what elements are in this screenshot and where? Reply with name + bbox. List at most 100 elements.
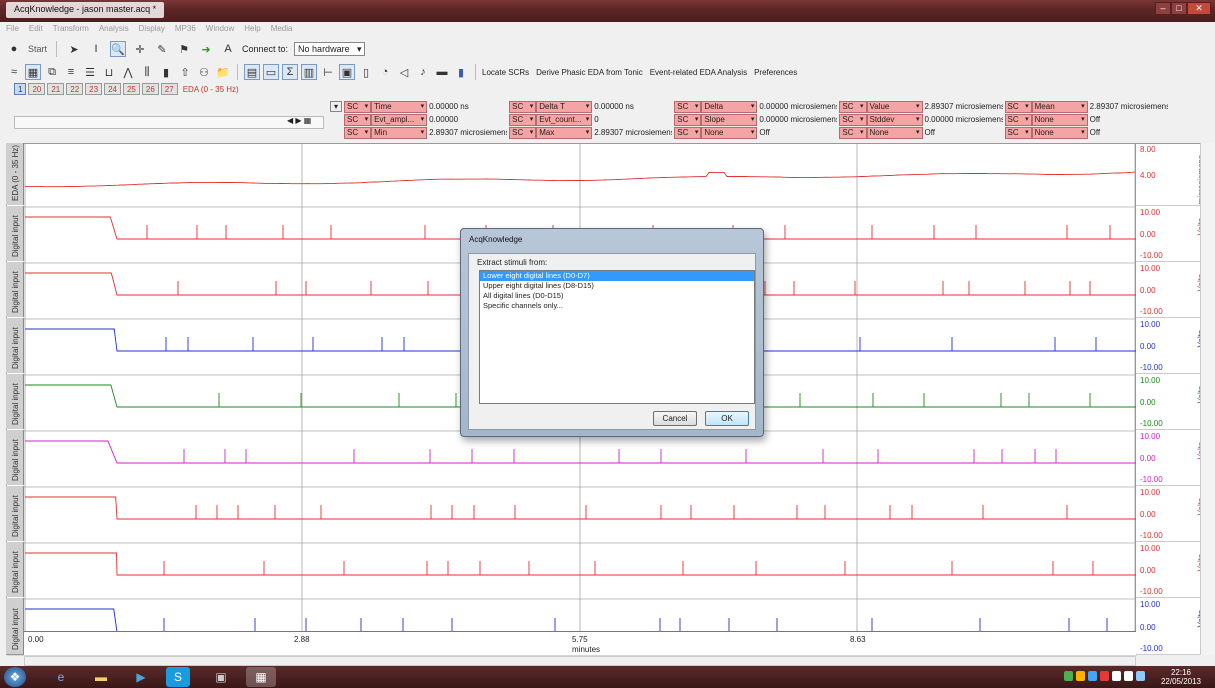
ie-icon[interactable]: e (46, 667, 76, 687)
channel-tab[interactable]: 26 (141, 83, 159, 95)
tray-icon[interactable] (1136, 671, 1145, 681)
list-item[interactable]: Upper eight digital lines (D8-D15) (480, 281, 754, 291)
measure-channel-select[interactable]: SC (674, 114, 702, 126)
measure-function-select[interactable]: Slope (701, 114, 758, 126)
measure-function-select[interactable]: Min (371, 127, 428, 139)
ok-button[interactable]: OK (705, 411, 749, 426)
doc-icon[interactable]: ▯ (358, 64, 374, 80)
cursor-icon[interactable]: ⊢ (320, 64, 336, 80)
channel-tab[interactable]: 1 (14, 83, 27, 95)
menu-item[interactable]: Edit (29, 22, 43, 36)
clock[interactable]: 22:16 22/05/2013 (1161, 668, 1201, 686)
start-button[interactable]: Start (28, 44, 47, 54)
app-icon[interactable]: ▣ (206, 667, 236, 687)
wave-icon[interactable]: ≈ (6, 64, 22, 80)
measure-channel-select[interactable]: SC (344, 101, 372, 113)
measure-channel-select[interactable]: SC (344, 114, 372, 126)
measure-function-select[interactable]: Evt_count... (536, 114, 593, 126)
mic-icon[interactable]: ♪ (415, 64, 431, 80)
channel-tab[interactable]: 25 (122, 83, 140, 95)
menu-item[interactable]: Display (139, 22, 165, 36)
channels-icon[interactable]: ☰ (82, 64, 98, 80)
channel-tab[interactable]: 22 (66, 83, 84, 95)
channel-tab[interactable]: 24 (104, 83, 121, 95)
menu-item[interactable]: MP36 (175, 22, 196, 36)
folder-icon[interactable]: 📁 (215, 64, 231, 80)
minimize-button[interactable]: – (1155, 2, 1171, 15)
window-icon[interactable]: ▭ (263, 64, 279, 80)
toolbar-link[interactable]: Event-related EDA Analysis (650, 68, 747, 77)
zoom-tool-icon[interactable]: 🔍 (110, 41, 127, 57)
table-icon[interactable]: ▤ (244, 64, 260, 80)
explorer-icon[interactable]: ▬ (86, 667, 116, 687)
list-item[interactable]: All digital lines (D0-D15) (480, 291, 754, 301)
measure-channel-select[interactable]: SC (1004, 127, 1032, 139)
measure-function-select[interactable]: Evt_ampl... (371, 114, 428, 126)
measure-function-select[interactable]: Value (866, 101, 923, 113)
measure-function-select[interactable]: Time (371, 101, 428, 113)
menu-item[interactable]: Transform (53, 22, 89, 36)
source-listbox[interactable]: Lower eight digital lines (D0-D7) Upper e… (479, 270, 755, 404)
arrow-tool-icon[interactable]: ➤ (66, 41, 82, 57)
sum-icon[interactable]: Σ (282, 64, 298, 80)
measure-channel-select[interactable]: SC (1004, 101, 1032, 113)
measure-channel-select[interactable]: SC (344, 127, 372, 139)
measure-channel-select[interactable]: SC (839, 101, 867, 113)
lane-caption[interactable]: Digital input (6, 542, 24, 597)
toolbar-link[interactable]: Derive Phasic EDA from Tonic (536, 68, 643, 77)
menu-item[interactable]: Window (206, 22, 234, 36)
measure-channel-select[interactable]: SC (509, 114, 537, 126)
measure-function-select[interactable]: None (1031, 114, 1088, 126)
matrix-icon[interactable]: ▥ (301, 64, 317, 80)
lane-caption[interactable]: Digital input (6, 206, 24, 261)
record-icon[interactable]: ● (6, 41, 22, 57)
pencil-tool-icon[interactable]: ✎ (154, 41, 170, 57)
lane-caption[interactable]: Digital input (6, 262, 24, 317)
frame-icon[interactable]: ▣ (339, 64, 355, 80)
measure-function-select[interactable]: Delta T (536, 101, 593, 113)
measure-function-select[interactable]: Stddev (866, 114, 923, 126)
journal-field[interactable] (14, 116, 324, 129)
measure-channel-select[interactable]: SC (509, 101, 537, 113)
menu-item[interactable]: File (6, 22, 19, 36)
stack-icon[interactable]: ≡ (63, 64, 79, 80)
menu-item[interactable]: Media (271, 22, 293, 36)
measure-channel-select[interactable]: SC (674, 101, 702, 113)
nav-arrows-icon[interactable]: ◀ ▶ ▦ (287, 116, 311, 125)
speaker-icon[interactable]: ◁ (396, 64, 412, 80)
marker-tool-icon[interactable]: ⚑ (176, 41, 192, 57)
measure-channel-select[interactable]: SC (509, 127, 537, 139)
close-button[interactable]: ✕ (1187, 2, 1211, 15)
lane-caption[interactable]: Digital input (6, 430, 24, 485)
bars-icon[interactable]: ▮ (158, 64, 174, 80)
circle-icon[interactable]: ◔ (377, 64, 393, 80)
a-tool-icon[interactable]: A (220, 41, 236, 57)
measure-channel-select[interactable]: SC (839, 114, 867, 126)
toolbar-link[interactable]: Locate SCRs (482, 68, 529, 77)
volume-icon[interactable] (1124, 671, 1133, 681)
up-icon[interactable]: ⇧ (177, 64, 193, 80)
measure-function-select[interactable]: Max (536, 127, 593, 139)
toolbar-link[interactable]: Preferences (754, 68, 797, 77)
lane-caption[interactable]: Digital input (6, 486, 24, 541)
tray-icon[interactable] (1088, 671, 1097, 681)
acqknowledge-taskbar-icon[interactable]: ▦ (246, 667, 276, 687)
green-arrow-icon[interactable]: ➜ (198, 41, 214, 57)
channel-tab[interactable]: 23 (85, 83, 103, 95)
lane-caption[interactable]: EDA (0 - 35 Hz) (6, 143, 24, 205)
overlap-icon[interactable]: ⧉ (44, 64, 60, 80)
chart-icon[interactable]: ⫼ (139, 64, 155, 80)
channel-tab[interactable]: 27 (160, 83, 178, 95)
lane-caption[interactable]: Digital input (6, 318, 24, 373)
measure-function-select[interactable]: None (1031, 127, 1088, 139)
lane-caption[interactable]: Digital input (6, 598, 24, 654)
cancel-button[interactable]: Cancel (653, 411, 697, 426)
skype-icon[interactable]: S (166, 667, 190, 687)
list-item[interactable]: Lower eight digital lines (D0-D7) (480, 271, 754, 281)
monitor-icon[interactable]: ▬ (434, 64, 450, 80)
measure-function-select[interactable]: None (866, 127, 923, 139)
ibeam-tool-icon[interactable]: I (88, 41, 104, 57)
book-icon[interactable]: ▮ (453, 64, 469, 80)
start-orb-icon[interactable]: ❖ (4, 667, 26, 687)
vertical-scrollbar[interactable] (1200, 143, 1215, 655)
